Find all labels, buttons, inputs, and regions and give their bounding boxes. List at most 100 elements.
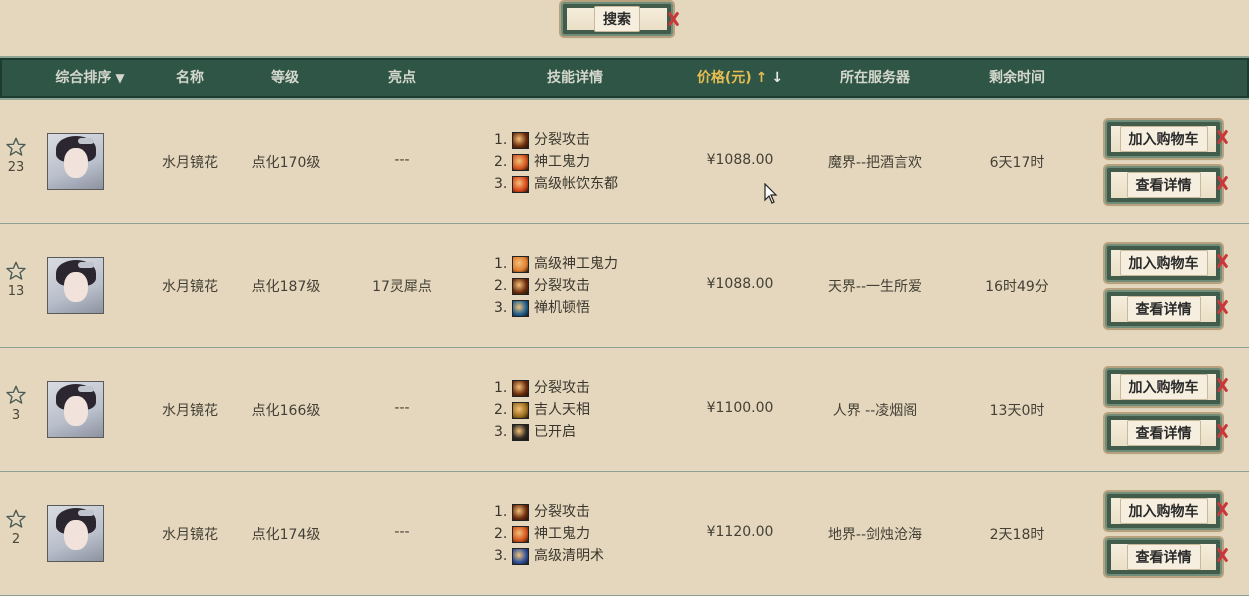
skill-name: 吉人天相: [534, 402, 590, 418]
skill-item: 3. 高级帐饮东都: [494, 173, 618, 195]
skill-name: 禅机顿悟: [534, 300, 590, 316]
favorite-count: 23: [7, 160, 25, 175]
split-attack-icon: [512, 379, 529, 397]
arrow-down-icon[interactable]: ↓: [771, 58, 783, 98]
item-remaining: 16时49分: [985, 279, 1049, 295]
item-highlight: ---: [394, 524, 410, 540]
chevron-down-icon: ▼: [115, 71, 125, 85]
header-name: 名称: [176, 70, 204, 86]
skill-name: 分裂攻击: [534, 504, 590, 520]
search-button-label: 搜索: [594, 6, 640, 32]
skill-name: 高级神工鬼力: [534, 256, 618, 272]
ribbon-icon: [1216, 377, 1228, 393]
view-details-button[interactable]: 查看详情: [1103, 164, 1224, 206]
header-highlight: 亮点: [388, 70, 416, 86]
skill-name: 已开启: [534, 424, 576, 440]
item-price: ¥1088.00: [706, 276, 774, 292]
item-price: ¥1100.00: [706, 400, 774, 416]
table-header: 综合排序 ▼ 名称 等级 亮点 技能详情 价格(元) ↑ ↓ 所在服务器 剩余时间: [0, 56, 1249, 100]
header-skills: 技能详情: [547, 70, 603, 86]
add-to-cart-button[interactable]: 加入购物车: [1103, 118, 1224, 160]
search-button[interactable]: 搜索: [559, 0, 675, 38]
skill-number: 2.: [494, 402, 508, 418]
favorite-toggle[interactable]: 23: [4, 136, 28, 175]
item-level: 点化166级: [251, 403, 321, 419]
item-name: 水月镜花: [162, 527, 218, 543]
item-server: 天界--一生所爱: [827, 279, 923, 295]
item-level: 点化174级: [251, 527, 321, 543]
item-remaining: 13天0时: [989, 403, 1045, 419]
ribbon-icon: [1216, 501, 1228, 517]
star-icon: [6, 137, 26, 156]
table-row: 3 水月镜花 点化166级 --- 1. 分裂攻击 2. 吉人天相 3. 已开启…: [0, 348, 1249, 472]
skill-item: 3. 高级清明术: [494, 545, 604, 567]
skill-item: 2. 神工鬼力: [494, 151, 618, 173]
item-server: 地界--剑烛沧海: [827, 527, 923, 543]
zen-icon: [512, 299, 529, 317]
favorite-toggle[interactable]: 13: [4, 260, 28, 299]
ribbon-icon: [1216, 129, 1228, 145]
sort-label: 综合排序: [55, 70, 112, 86]
skill-number: 2.: [494, 154, 508, 170]
add-to-cart-label: 加入购物车: [1119, 250, 1208, 276]
ribbon-icon: [1216, 547, 1228, 563]
ribbon-icon: [1216, 423, 1228, 439]
add-to-cart-label: 加入购物车: [1119, 126, 1208, 152]
add-to-cart-button[interactable]: 加入购物车: [1103, 366, 1224, 408]
item-remaining: 2天18时: [989, 527, 1045, 543]
avatar[interactable]: [47, 381, 104, 438]
view-details-button[interactable]: 查看详情: [1103, 412, 1224, 454]
skill-number: 1.: [494, 132, 508, 148]
add-to-cart-button[interactable]: 加入购物车: [1103, 490, 1224, 532]
skill-name: 高级帐饮东都: [534, 176, 618, 192]
skill-number: 3.: [494, 176, 508, 192]
skill-item: 2. 分裂攻击: [494, 275, 618, 297]
skill-item: 2. 吉人天相: [494, 399, 590, 421]
favorite-toggle[interactable]: 2: [4, 508, 28, 547]
divine-craft-icon: [512, 153, 529, 171]
view-details-label: 查看详情: [1126, 172, 1201, 198]
opened-icon: [512, 423, 529, 441]
header-server: 所在服务器: [840, 70, 910, 86]
skill-item: 3. 禅机顿悟: [494, 297, 618, 319]
skill-item: 1. 分裂攻击: [494, 501, 604, 523]
item-highlight: ---: [394, 400, 410, 416]
item-name: 水月镜花: [162, 403, 218, 419]
skill-number: 1.: [494, 380, 508, 396]
avatar[interactable]: [47, 257, 104, 314]
skill-name: 分裂攻击: [534, 278, 590, 294]
skill-item: 1. 分裂攻击: [494, 129, 618, 151]
clarity-icon: [512, 547, 529, 565]
view-details-button[interactable]: 查看详情: [1103, 288, 1224, 330]
skill-list: 1. 高级神工鬼力 2. 分裂攻击 3. 禅机顿悟: [494, 253, 618, 319]
favorite-toggle[interactable]: 3: [4, 384, 28, 423]
add-to-cart-button[interactable]: 加入购物车: [1103, 242, 1224, 284]
sort-dropdown[interactable]: 综合排序 ▼: [40, 58, 140, 98]
item-name: 水月镜花: [162, 155, 218, 171]
add-to-cart-label: 加入购物车: [1119, 498, 1208, 524]
split-attack-icon: [512, 277, 529, 295]
skill-name: 神工鬼力: [534, 526, 590, 542]
skill-item: 2. 神工鬼力: [494, 523, 604, 545]
skill-item: 1. 分裂攻击: [494, 377, 590, 399]
view-details-button[interactable]: 查看详情: [1103, 536, 1224, 578]
header-level: 等级: [271, 70, 299, 86]
item-server: 魔界--把酒言欢: [827, 155, 923, 171]
skill-name: 神工鬼力: [534, 154, 590, 170]
item-highlight: ---: [394, 152, 410, 168]
avatar[interactable]: [47, 133, 104, 190]
skill-number: 2.: [494, 278, 508, 294]
header-price: 价格(元): [696, 70, 752, 86]
item-server: 人界 --凌烟阁: [832, 403, 918, 419]
skill-list: 1. 分裂攻击 2. 神工鬼力 3. 高级清明术: [494, 501, 604, 567]
table-row: 13 水月镜花 点化187级 17灵犀点 1. 高级神工鬼力 2. 分裂攻击 3…: [0, 224, 1249, 348]
fortune-icon: [512, 401, 529, 419]
item-highlight: 17灵犀点: [372, 279, 432, 295]
divine-craft-icon: [512, 525, 529, 543]
item-level: 点化187级: [251, 279, 321, 295]
skill-number: 2.: [494, 526, 508, 542]
avatar[interactable]: [47, 505, 104, 562]
price-sort-toggle[interactable]: 价格(元) ↑ ↓: [680, 58, 800, 98]
skill-number: 3.: [494, 300, 508, 316]
arrow-up-icon[interactable]: ↑: [756, 58, 768, 98]
